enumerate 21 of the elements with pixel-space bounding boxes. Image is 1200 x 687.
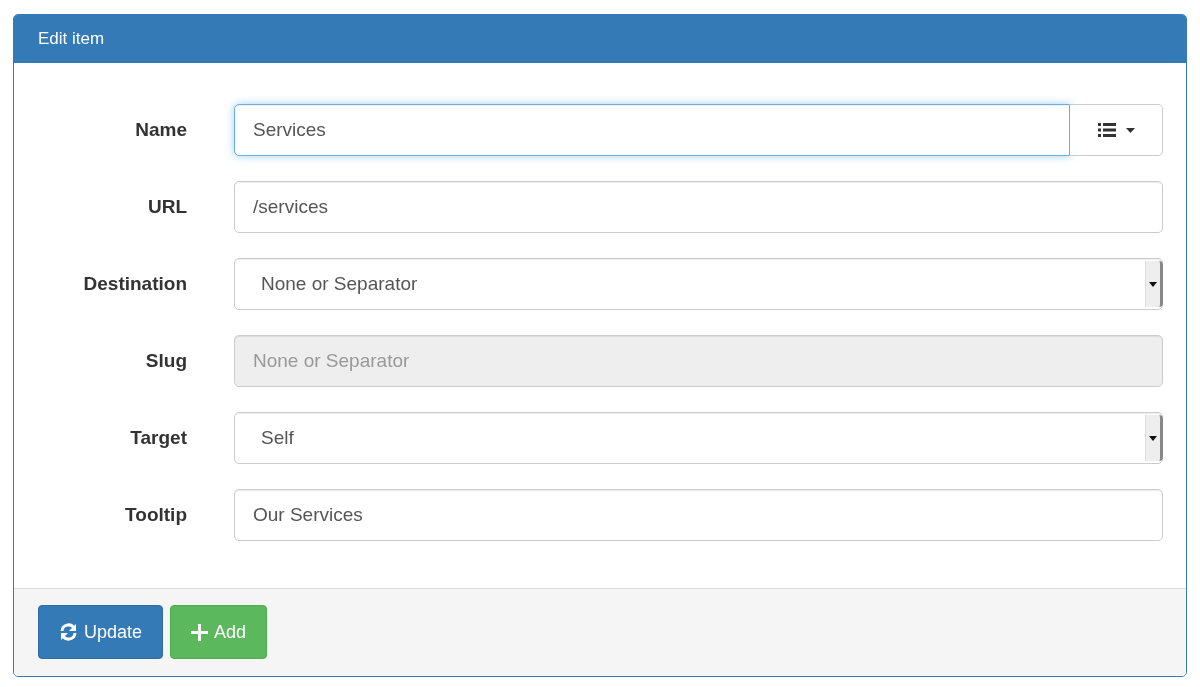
field-label: Target [130, 427, 187, 449]
refresh-icon [59, 623, 78, 641]
field-label: Name [135, 119, 187, 141]
input-field[interactable]: /services [234, 181, 1163, 233]
caret-icon [1125, 127, 1135, 133]
list-icon [1097, 123, 1116, 137]
field-label: Slug [145, 350, 187, 372]
input-field[interactable]: Our Services [234, 489, 1163, 541]
select-field[interactable]: Self [234, 412, 1163, 464]
field-label: Destination [83, 273, 187, 295]
disabled-field: None or Separator [234, 335, 1163, 387]
update-button[interactable]: Update [38, 605, 164, 659]
field-label: Tooltip [125, 504, 187, 526]
panel-title: Edit item [38, 29, 105, 49]
caret-icon [1149, 281, 1157, 287]
field-label: URL [147, 196, 187, 218]
caret-icon [1149, 435, 1157, 441]
plus-icon [191, 623, 209, 641]
menu-button[interactable] [1070, 104, 1163, 156]
input-field[interactable]: Services [234, 104, 1070, 156]
select-field[interactable]: None or Separator [234, 258, 1163, 310]
